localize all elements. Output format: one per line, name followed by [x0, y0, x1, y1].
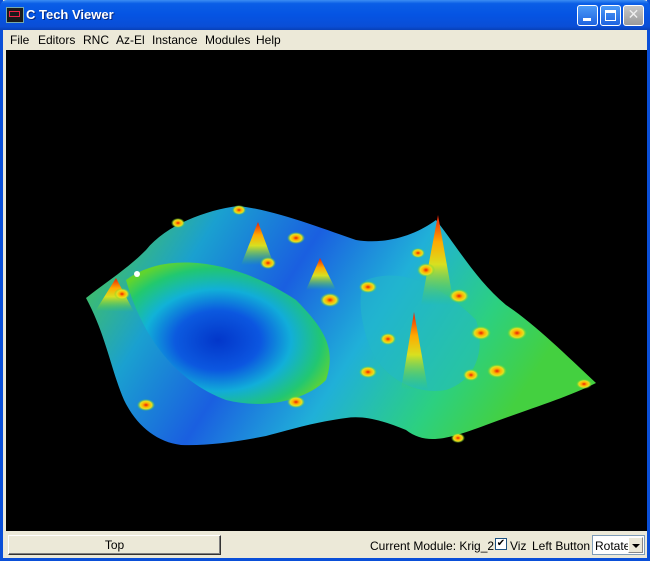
app-window: C Tech Viewer ✕ File Editors RNC Az-El I…	[0, 0, 650, 561]
title-bar[interactable]: C Tech Viewer ✕	[0, 0, 650, 30]
3d-viewport[interactable]	[6, 50, 647, 531]
minimize-button[interactable]	[577, 5, 598, 26]
maximize-button[interactable]	[600, 5, 621, 26]
dropdown-arrow-icon[interactable]	[628, 537, 643, 553]
menu-file[interactable]: File	[10, 33, 29, 47]
menu-rnc[interactable]: RNC	[83, 33, 109, 47]
status-bar: Top Current Module: Krig_2D ✔ Viz Left B…	[3, 531, 647, 558]
menu-modules[interactable]: Modules	[205, 33, 250, 47]
top-view-button[interactable]: Top	[8, 535, 221, 555]
left-button-mode-value: Rotate	[595, 539, 631, 553]
terrain-surface-render	[86, 205, 596, 446]
window-title: C Tech Viewer	[26, 7, 114, 22]
current-module-label: Current Module: Krig_2D	[370, 539, 503, 553]
close-icon: ✕	[627, 7, 640, 23]
left-button-mode-select[interactable]: Rotate	[592, 535, 645, 555]
left-button-label: Left Button	[532, 539, 591, 553]
menu-az-el[interactable]: Az-El	[116, 33, 145, 47]
viz-label: Viz	[510, 539, 527, 553]
menu-help[interactable]: Help	[256, 33, 281, 47]
close-button[interactable]: ✕	[623, 5, 644, 26]
menu-instance[interactable]: Instance	[152, 33, 197, 47]
maximize-icon	[605, 10, 616, 21]
menu-editors[interactable]: Editors	[38, 33, 75, 47]
app-icon	[6, 7, 24, 23]
menu-bar: File Editors RNC Az-El Instance Modules …	[3, 30, 647, 50]
minimize-icon	[583, 18, 591, 21]
viz-checkbox[interactable]: ✔	[495, 538, 507, 550]
